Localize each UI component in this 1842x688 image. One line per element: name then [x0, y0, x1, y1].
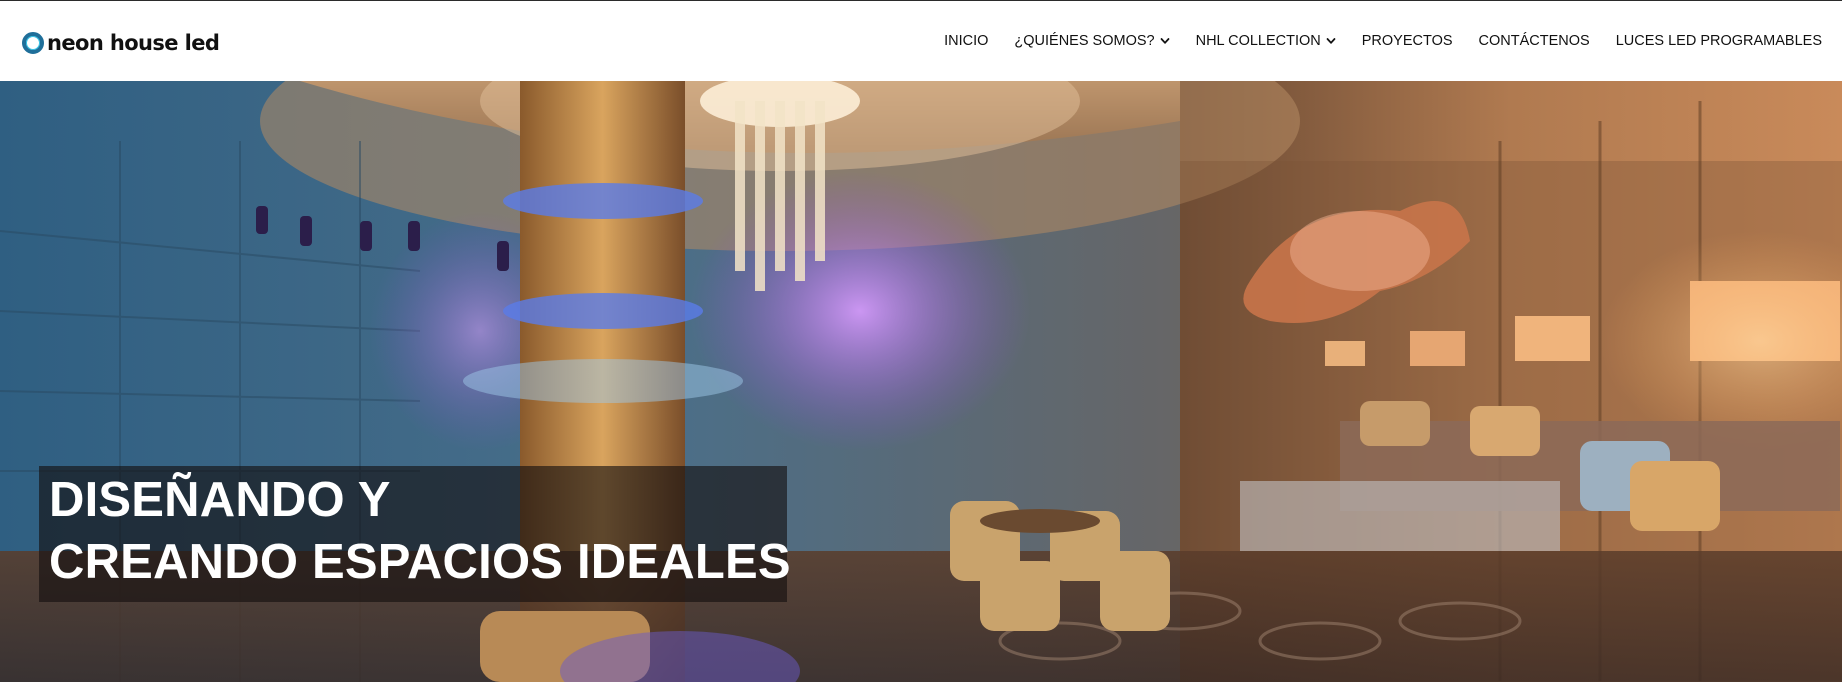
- bottom-strip: [0, 682, 1842, 688]
- logo-wordmark: neon house led: [47, 31, 220, 55]
- nav-item-proyectos[interactable]: PROYECTOS: [1362, 33, 1453, 49]
- nav-item-inicio[interactable]: INICIO: [944, 33, 988, 49]
- nav-item-label: ¿QUIÉNES SOMOS?: [1014, 33, 1155, 49]
- nav-item-label: PROYECTOS: [1361, 33, 1453, 49]
- chevron-down-icon: [1160, 36, 1170, 46]
- hero-banner: DISEÑANDO Y CREANDO ESPACIOS IDEALES: [0, 81, 1842, 682]
- site-logo[interactable]: neon house led: [22, 31, 220, 55]
- chevron-down-icon: [1326, 36, 1336, 46]
- nav-item-nhl-collection[interactable]: NHL COLLECTION: [1196, 33, 1336, 49]
- hero-title-line-2: CREANDO ESPACIOS IDEALES: [49, 535, 791, 589]
- nav-item-label: CONTÁCTENOS: [1478, 33, 1590, 49]
- nav-item-label: INICIO: [944, 33, 989, 49]
- nav-item-label: LUCES LED PROGRAMABLES: [1615, 33, 1822, 49]
- nav-item-quienes-somos[interactable]: ¿QUIÉNES SOMOS?: [1014, 33, 1169, 49]
- site-header: neon house led INICIO ¿QUIÉNES SOMOS? NH…: [0, 1, 1842, 81]
- nav-item-label: NHL COLLECTION: [1195, 33, 1321, 49]
- hero-title-line-1: DISEÑANDO Y: [49, 473, 391, 527]
- nav-item-luces-led-programables[interactable]: LUCES LED PROGRAMABLES: [1616, 33, 1822, 49]
- nav-item-contactenos[interactable]: CONTÁCTENOS: [1479, 33, 1590, 49]
- main-nav: INICIO ¿QUIÉNES SOMOS? NHL COLLECTION PR…: [944, 1, 1822, 81]
- logo-ring-icon: [22, 32, 44, 54]
- hero-title-box: DISEÑANDO Y CREANDO ESPACIOS IDEALES: [39, 466, 791, 602]
